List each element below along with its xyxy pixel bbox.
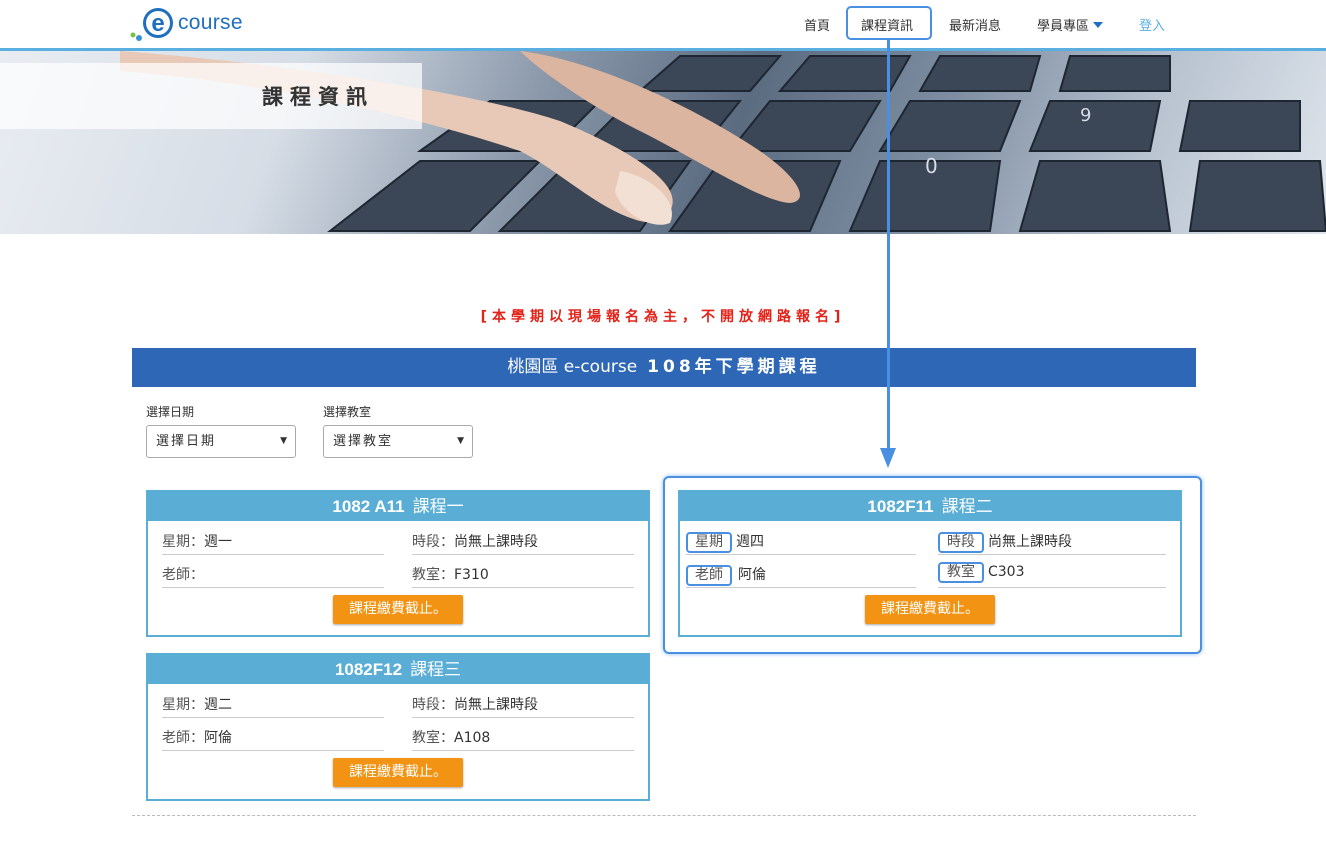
main-nav: 首頁 課程資訊 最新消息 學員專區 登入 [0, 0, 1326, 48]
arrow-down-icon [880, 448, 896, 468]
caret-down-icon [1093, 22, 1104, 28]
course-card: 1082F12 課程三 星期：週二 時段：尚無上課時段 老師：阿倫 教室：A108… [146, 653, 650, 801]
room-label: 教室： [412, 730, 454, 746]
course-name: 課程三 [410, 660, 462, 680]
course-weekday: 星期：週一 [162, 531, 384, 555]
title-region: 桃園區 e-course [507, 357, 638, 377]
course-period: 時段：尚無上課時段 [412, 531, 634, 555]
room-filter-label: 選擇教室 [323, 405, 372, 419]
room-value: F310 [454, 567, 489, 583]
period-value: 尚無上課時段 [454, 697, 538, 713]
date-select-value: 選擇日期 [156, 434, 217, 449]
course-teacher: 老師： [162, 564, 384, 588]
weekday-value: 週二 [204, 697, 232, 713]
date-filter-label: 選擇日期 [146, 405, 195, 419]
period-value: 尚無上課時段 [454, 534, 538, 550]
period-label: 時段： [412, 697, 454, 713]
nav-news[interactable]: 最新消息 [949, 15, 1001, 34]
nav-student-area[interactable]: 學員專區 [1037, 15, 1104, 34]
room-label: 教室： [412, 567, 454, 583]
course-card-header: 1082 A11 課程一 [148, 492, 648, 521]
weekday-label: 星期： [162, 534, 204, 550]
date-select[interactable]: 選擇日期 ▼ [146, 425, 296, 458]
period-label: 時段： [412, 534, 454, 550]
course-room: 教室：A108 [412, 727, 634, 751]
title-term: 108年下學期課程 [647, 357, 821, 377]
nav-student-area-label: 學員專區 [1037, 19, 1090, 34]
course-code: 1082 A11 [332, 497, 405, 516]
course-name: 課程一 [412, 497, 464, 517]
room-value: A108 [454, 730, 491, 746]
divider [132, 815, 1196, 816]
weekday-value: 週一 [204, 534, 232, 550]
course-card-header: 1082F12 課程三 [148, 655, 648, 684]
course-weekday: 星期：週二 [162, 694, 384, 718]
teacher-label: 老師： [162, 730, 204, 746]
course-card: 1082 A11 課程一 星期：週一 時段：尚無上課時段 老師： 教室：F310 … [146, 490, 650, 637]
hero-banner: 0 9 課程資訊 [0, 51, 1326, 234]
payment-closed-button[interactable]: 課程繳費截止。 [333, 595, 463, 624]
site-header: e course 首頁 課程資訊 最新消息 學員專區 登入 [0, 0, 1326, 51]
course-card-highlight-box [663, 476, 1202, 654]
registration-notice: [本學期以現場報名為主，不開放網路報名] [480, 309, 846, 325]
nav-login[interactable]: 登入 [1139, 15, 1165, 34]
room-select-value: 選擇教室 [333, 434, 394, 449]
course-code: 1082F12 [334, 660, 403, 679]
course-teacher: 老師：阿倫 [162, 727, 384, 751]
nav-highlight-box [846, 6, 932, 40]
banner-title: 課程資訊 [262, 85, 374, 109]
dropdown-arrow-icon: ▼ [280, 436, 287, 446]
teacher-value: 阿倫 [204, 730, 232, 746]
nav-home[interactable]: 首頁 [804, 15, 830, 34]
svg-text:9: 9 [1080, 105, 1091, 126]
weekday-label: 星期： [162, 697, 204, 713]
course-room: 教室：F310 [412, 564, 634, 588]
svg-text:0: 0 [925, 154, 938, 178]
payment-closed-button[interactable]: 課程繳費截止。 [333, 758, 463, 787]
dropdown-arrow-icon: ▼ [457, 436, 464, 446]
course-period: 時段：尚無上課時段 [412, 694, 634, 718]
teacher-label: 老師： [162, 567, 204, 583]
annotation-arrow-line [887, 40, 890, 454]
course-list-title: 桃園區 e-course 108年下學期課程 [132, 348, 1196, 387]
room-select[interactable]: 選擇教室 ▼ [323, 425, 473, 458]
